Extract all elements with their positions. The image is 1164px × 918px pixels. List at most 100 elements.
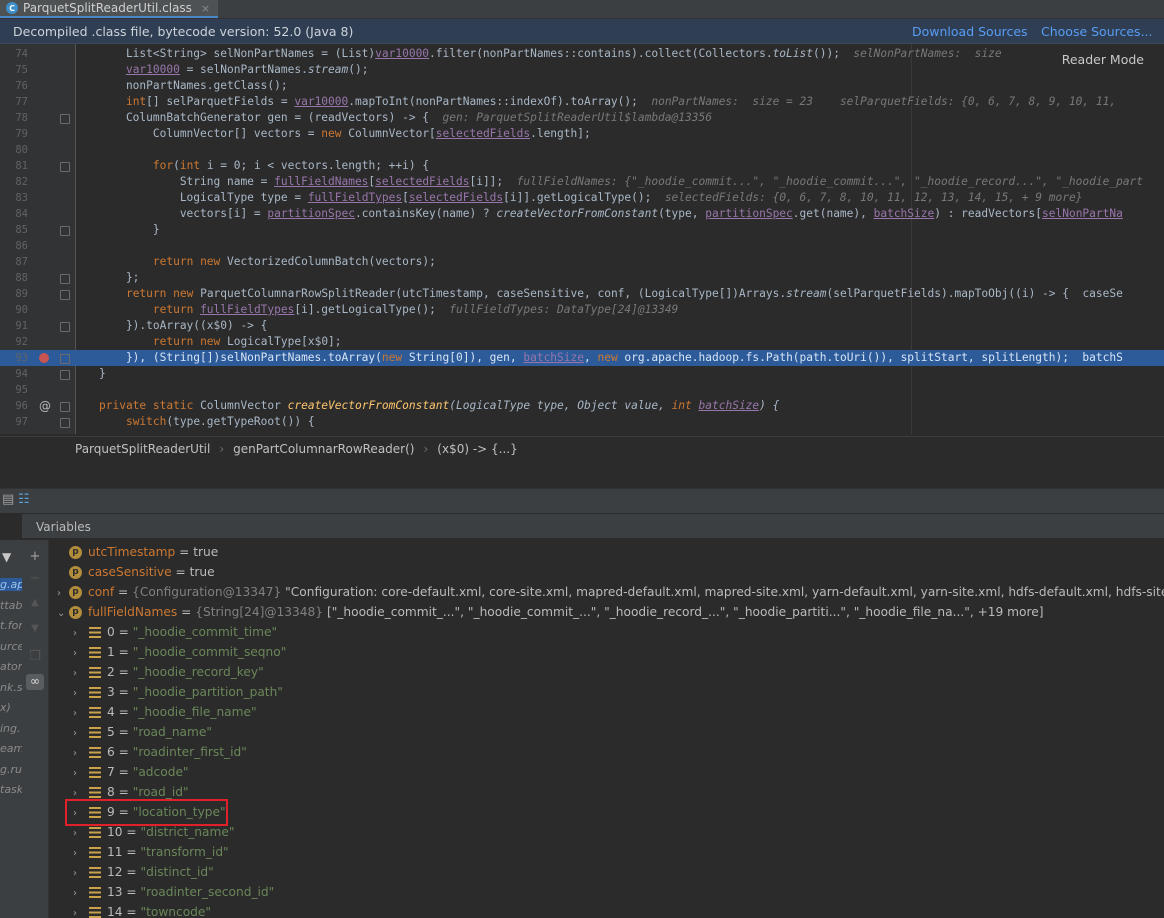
move-up-icon[interactable]: ▲ (26, 597, 44, 613)
line-number[interactable]: 85 (0, 222, 28, 238)
variable-row[interactable]: p utcTimestamp = true (57, 542, 218, 562)
code-line[interactable]: 85 } (0, 222, 1164, 238)
line-number[interactable]: 91 (0, 318, 28, 334)
override-marker-icon[interactable]: @ (39, 398, 51, 414)
frame-item-fragment[interactable]: x) (0, 701, 11, 714)
expand-arrow-icon[interactable]: › (57, 584, 69, 604)
fold-icon[interactable] (60, 354, 70, 364)
code-line[interactable]: 77 int[] selParquetFields = var10000.map… (0, 94, 1164, 110)
line-number[interactable]: 96 (0, 398, 28, 414)
array-element-row[interactable]: › 2 = "_hoodie_record_key" (73, 662, 264, 682)
line-number[interactable]: 89 (0, 286, 28, 302)
code-line[interactable]: 95 (0, 382, 1164, 398)
variable-row[interactable]: › p conf = {Configuration@13347} "Configur… (57, 582, 1164, 602)
array-element-row[interactable]: › 11 = "transform_id" (73, 842, 229, 862)
code-line[interactable]: 80 (0, 142, 1164, 158)
code-line[interactable]: 83 LogicalType type = fullFieldTypes[sel… (0, 190, 1164, 206)
copy-icon[interactable]: ❐ (26, 649, 44, 665)
expand-arrow-icon[interactable]: › (73, 624, 85, 644)
frames-layout-icon[interactable]: ▤ (2, 492, 14, 507)
line-number[interactable]: 87 (0, 254, 28, 270)
threads-layout-icon[interactable]: ☷ (18, 492, 30, 507)
array-element-row[interactable]: › 0 = "_hoodie_commit_time" (73, 622, 277, 642)
filter-icon[interactable]: ▼ (2, 550, 11, 564)
line-number[interactable]: 74 (0, 46, 28, 62)
code-line[interactable]: 93 }), (String[])selNonPartNames.toArray… (0, 350, 1164, 366)
breadcrumb-method[interactable]: genPartColumnarRowReader() (233, 442, 414, 456)
frame-item-fragment[interactable]: ttab (0, 599, 22, 612)
frame-item-fragment[interactable]: task (0, 783, 22, 796)
code-line[interactable]: 79 ColumnVector[] vectors = new ColumnVe… (0, 126, 1164, 142)
frame-item-fragment[interactable]: g.ap (0, 578, 22, 591)
fold-icon[interactable] (60, 114, 70, 124)
remove-watch-icon[interactable]: − (26, 571, 44, 587)
array-element-row[interactable]: › 3 = "_hoodie_partition_path" (73, 682, 283, 702)
line-number[interactable]: 95 (0, 382, 28, 398)
expand-arrow-icon[interactable]: › (73, 844, 85, 864)
add-watch-icon[interactable]: + (26, 549, 44, 565)
line-number[interactable]: 97 (0, 414, 28, 430)
code-line[interactable]: 92 return new LogicalType[x$0]; (0, 334, 1164, 350)
choose-sources-link[interactable]: Choose Sources... (1041, 24, 1153, 39)
code-line[interactable]: 84 vectors[i] = partitionSpec.containsKe… (0, 206, 1164, 222)
line-number[interactable]: 79 (0, 126, 28, 142)
fold-icon[interactable] (60, 226, 70, 236)
fold-icon[interactable] (60, 418, 70, 428)
code-line[interactable]: 87 return new VectorizedColumnBatch(vect… (0, 254, 1164, 270)
array-element-row[interactable]: › 12 = "distinct_id" (73, 862, 214, 882)
code-line[interactable]: 76 nonPartNames.getClass(); (0, 78, 1164, 94)
frame-item-fragment[interactable]: ator (0, 660, 22, 673)
line-number[interactable]: 86 (0, 238, 28, 254)
array-element-row[interactable]: › 13 = "roadinter_second_id" (73, 882, 274, 902)
line-number[interactable]: 93 (0, 350, 28, 366)
expand-arrow-icon[interactable]: › (73, 664, 85, 684)
expand-arrow-icon[interactable]: › (73, 644, 85, 664)
code-line[interactable]: 78 ColumnBatchGenerator gen = (readVecto… (0, 110, 1164, 126)
line-number[interactable]: 75 (0, 62, 28, 78)
breadcrumb-class[interactable]: ParquetSplitReaderUtil (75, 442, 210, 456)
line-number[interactable]: 88 (0, 270, 28, 286)
code-line[interactable]: 97 switch(type.getTypeRoot()) { (0, 414, 1164, 430)
fold-icon[interactable] (60, 322, 70, 332)
array-element-row[interactable]: › 1 = "_hoodie_commit_seqno" (73, 642, 286, 662)
array-element-row[interactable]: › 5 = "road_name" (73, 722, 212, 742)
code-line[interactable]: 74 List<String> selNonPartNames = (List)… (0, 46, 1164, 62)
variables-tree[interactable]: p utcTimestamp = true p caseSensitive = tru… (49, 540, 1164, 918)
fold-icon[interactable] (60, 290, 70, 300)
frame-item-fragment[interactable]: t.for (0, 619, 22, 632)
frame-item-fragment[interactable]: g.ru (0, 763, 22, 776)
fold-icon[interactable] (60, 162, 70, 172)
breakpoint-icon[interactable] (39, 353, 49, 363)
fold-icon[interactable] (60, 370, 70, 380)
variable-row[interactable]: p caseSensitive = true (57, 562, 215, 582)
expand-arrow-icon[interactable]: › (73, 684, 85, 704)
line-number[interactable]: 94 (0, 366, 28, 382)
frame-item-fragment[interactable]: eam (0, 742, 22, 755)
fold-icon[interactable] (60, 274, 70, 284)
expand-arrow-icon[interactable]: › (73, 744, 85, 764)
line-number[interactable]: 78 (0, 110, 28, 126)
expand-arrow-icon[interactable]: › (73, 904, 85, 918)
line-number[interactable]: 84 (0, 206, 28, 222)
array-element-row[interactable]: › 7 = "adcode" (73, 762, 189, 782)
code-line[interactable]: 75 var10000 = selNonPartNames.stream(); (0, 62, 1164, 78)
code-line[interactable]: 96 private static ColumnVector createVect… (0, 398, 1164, 414)
code-line[interactable]: 94} (0, 366, 1164, 382)
array-element-row[interactable]: › 14 = "towncode" (73, 902, 211, 918)
line-number[interactable]: 83 (0, 190, 28, 206)
array-element-row[interactable]: › 6 = "roadinter_first_id" (73, 742, 247, 762)
variable-row[interactable]: ⌄ p fullFieldNames = {String[24]@13348} ["… (57, 602, 1043, 622)
line-number[interactable]: 92 (0, 334, 28, 350)
code-editor[interactable]: Reader Mode 74 List<String> selNonPartNa… (0, 44, 1164, 434)
line-number[interactable]: 80 (0, 142, 28, 158)
code-line[interactable]: 91 }).toArray((x$0) -> { (0, 318, 1164, 334)
code-line[interactable]: 90 return fullFieldTypes[i].getLogicalTy… (0, 302, 1164, 318)
frame-item-fragment[interactable]: nk.s (0, 681, 22, 694)
line-number[interactable]: 81 (0, 158, 28, 174)
expand-arrow-icon[interactable]: › (73, 884, 85, 904)
code-line[interactable]: 89 return new ParquetColumnarRowSplitRea… (0, 286, 1164, 302)
line-number[interactable]: 76 (0, 78, 28, 94)
file-tab[interactable]: C ParquetSplitReaderUtil.class × (0, 0, 219, 18)
line-number[interactable]: 82 (0, 174, 28, 190)
code-line[interactable]: 82 String name = fullFieldNames[selected… (0, 174, 1164, 190)
